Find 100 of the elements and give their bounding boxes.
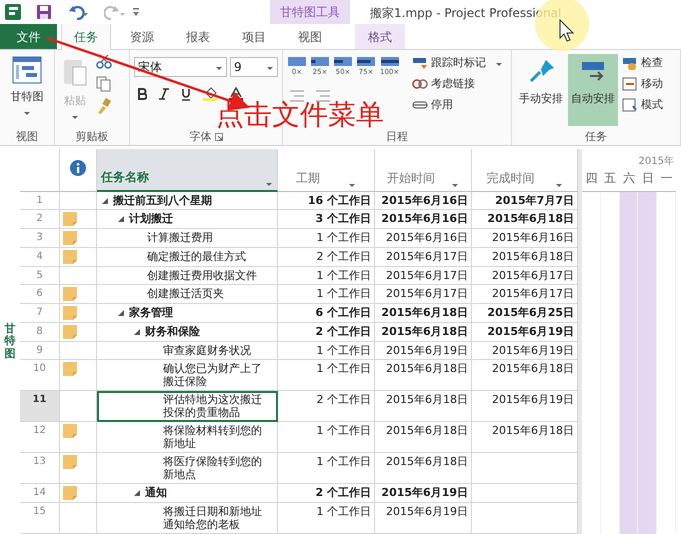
bold-icon[interactable] [137,88,147,100]
table-cell: 3 个工作日 [278,210,375,229]
table-cell: 2015年6月18日 [375,304,472,323]
collapse-icon[interactable] [133,489,141,497]
inspect-icon [622,56,638,70]
italic-icon[interactable] [159,88,169,100]
table-cell: 1 个工作日 [278,285,375,304]
task-name: 将保险材料转到您的新地址 [163,424,263,450]
row-number[interactable]: 7 [20,304,60,323]
schedule-command[interactable]: 考虑链接 [410,75,506,93]
column-header[interactable]: 工期 [278,149,375,192]
gantt-chart-button[interactable]: 甘特图 [8,54,46,117]
font-color-icon[interactable] [229,87,243,101]
task-command[interactable]: 模式 [620,96,665,114]
file-menu-tab[interactable]: 文件 [0,23,57,49]
table-cell: 2015年6月25日 [472,304,578,323]
column-header[interactable]: 开始时间 [375,149,472,192]
ribbon-tab[interactable]: 任务 [61,23,111,50]
dialog-launcher-icon[interactable] [214,133,222,141]
row-number[interactable]: 6 [20,285,60,304]
cut-icon[interactable] [95,54,113,70]
row-number[interactable]: 2 [20,210,60,229]
row-number[interactable]: 8 [20,323,60,342]
schedule-mode-button[interactable]: 自动安排 [568,54,618,126]
table-cell: 1 个工作日 [278,267,375,285]
note-icon [63,362,77,376]
row-number[interactable]: 15 [20,503,60,534]
row-number[interactable]: 11 [20,391,60,422]
schedule-mode-button[interactable]: 手动安排 [516,54,566,126]
table-cell: 2015年6月19日 [375,503,472,534]
schedule-command[interactable]: 跟踪时标记 [410,54,506,72]
row-number[interactable]: 12 [20,422,60,453]
table-cell: 2015年6月18日 [375,360,472,391]
table-cell: 2015年7月7日 [472,192,578,210]
progress-bar-icon [357,57,375,66]
info-icon [70,160,86,176]
table-cell: 1 个工作日 [278,503,375,534]
note-icon [63,287,77,301]
save-icon[interactable] [36,4,52,20]
row-number[interactable]: 13 [20,453,60,484]
undo-icon[interactable] [68,4,90,20]
ribbon-tab[interactable]: 报表 [173,23,223,49]
row-number[interactable]: 5 [20,267,60,285]
outdent-icon[interactable] [290,90,304,102]
table-cell: 2015年6月17日 [375,248,472,267]
task-name: 搬迁前五到八个星期 [113,194,212,207]
progress-bar-icon [288,57,306,66]
task-name: 创建搬迁活页夹 [147,287,224,300]
collapse-icon[interactable] [117,215,125,223]
row-number[interactable]: 4 [20,248,60,267]
row-number[interactable]: 1 [20,192,60,210]
table-cell: 2015年6月18日 [472,422,578,453]
table-cell: 2015年6月16日 [375,192,472,210]
move-icon [622,77,638,91]
table-cell: 2 个工作日 [278,391,375,422]
collapse-icon[interactable] [133,328,141,336]
caret-icon [215,64,223,70]
note-icon [63,306,77,320]
font-size-field[interactable]: 9 [230,57,278,77]
table-cell: 1 个工作日 [278,422,375,453]
collapse-icon[interactable] [101,197,109,205]
progress-bar-icon [311,57,329,66]
task-command[interactable]: 移动 [620,75,665,93]
ribbon-tab[interactable]: 项目 [229,23,279,49]
collapse-icon[interactable] [117,309,125,317]
table-cell: 2015年6月17日 [472,267,578,285]
table-cell: 2015年6月19日 [375,342,472,360]
task-command[interactable]: 检查 [620,54,665,72]
note-icon [63,231,77,245]
ribbon-tab[interactable]: 视图 [285,23,335,49]
indent-icon[interactable] [316,90,330,102]
progress-bar-icon [334,57,352,66]
copy-icon[interactable] [95,76,113,92]
app-icon[interactable] [4,3,22,21]
column-header[interactable]: 任务名称 [97,149,278,192]
ribbon-tab[interactable]: 资源 [117,23,167,49]
table-cell: 2 个工作日 [278,323,375,342]
caret-icon [266,64,274,70]
note-icon [63,486,77,500]
underline-icon[interactable] [181,88,191,100]
gantt-view-icon [12,56,42,84]
task-name: 通知 [145,486,167,499]
table-cell: 2015年6月18日 [375,453,472,484]
group-label: 任务 [585,129,607,145]
timescale-day: 一 [657,169,676,191]
fill-color-icon[interactable] [203,87,217,101]
task-name: 评估特地为这次搬迁投保的贵重物品 [163,393,263,419]
table-cell: 2015年6月17日 [375,285,472,304]
row-number[interactable]: 14 [20,484,60,503]
column-header[interactable]: 完成时间 [472,149,578,192]
timescale-day: 六 [620,169,638,191]
ribbon-tab[interactable]: 格式 [355,23,405,49]
customize-icon[interactable] [132,6,140,18]
caret-icon [451,182,459,187]
note-icon [63,212,77,226]
schedule-command[interactable]: 停用 [410,96,506,114]
row-number[interactable]: 3 [20,229,60,248]
context-tab-header: 甘特图工具 [270,0,350,24]
row-number[interactable]: 9 [20,342,60,360]
task-name: 将搬迁日期和新地址通知给您的老板 [163,505,263,531]
